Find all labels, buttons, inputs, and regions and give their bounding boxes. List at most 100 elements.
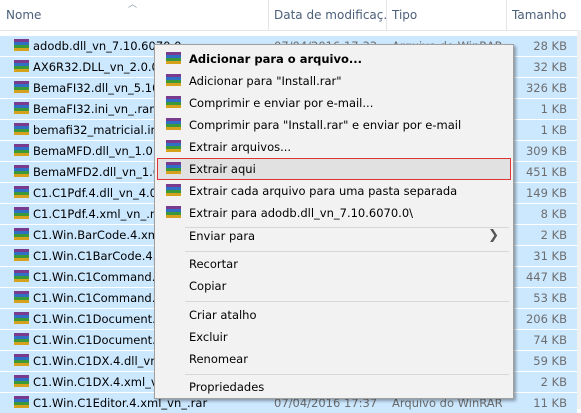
winrar-icon <box>166 184 181 198</box>
file-size: 53 KB <box>533 291 567 305</box>
column-header: Nome ︿ Data de modificaç... Tipo Tamanho <box>0 0 581 31</box>
file-name: C1.Win.C1DX.4.xml_vn_ <box>33 375 171 389</box>
menu-item-properties[interactable]: Propriedades <box>157 376 511 398</box>
file-name: AX6R32.DLL_vn_2.0.0.3 <box>33 60 170 74</box>
winrar-archive-icon <box>14 375 29 389</box>
file-size: 2 KB <box>540 228 567 242</box>
file-size: 32 KB <box>533 60 567 74</box>
winrar-icon <box>166 140 181 154</box>
menu-item-label: Criar atalho <box>189 308 257 322</box>
menu-item-extract-to[interactable]: Extrair para adodb.dll_vn_7.10.6070.0\ <box>157 202 511 224</box>
file-name: C1.C1Pdf.4.dll_vn_4.0.2 <box>33 186 168 200</box>
file-size: 451 KB <box>525 165 567 179</box>
menu-item-label: Propriedades <box>189 380 265 394</box>
menu-item-cut[interactable]: Recortar <box>157 253 511 275</box>
file-size: 149 KB <box>525 186 567 200</box>
column-size-label: Tamanho <box>512 8 567 22</box>
vertical-scrollbar[interactable] <box>577 30 581 409</box>
menu-item-compress-install-email[interactable]: Comprimir para "Install.rar" e enviar po… <box>157 114 511 136</box>
menu-item-label: Recortar <box>189 257 238 271</box>
menu-separator <box>185 374 509 375</box>
column-date-label: Data de modificaç... <box>274 8 386 22</box>
winrar-icon <box>166 206 181 220</box>
menu-item-delete[interactable]: Excluir <box>157 326 511 348</box>
file-size: 74 KB <box>533 333 567 347</box>
winrar-archive-icon <box>14 102 29 116</box>
file-size: 2 KB <box>540 375 567 389</box>
file-size: 326 KB <box>525 81 567 95</box>
winrar-archive-icon <box>14 228 29 242</box>
file-size: 206 KB <box>525 312 567 326</box>
menu-item-extract-here[interactable]: Extrair aqui <box>157 158 511 180</box>
column-type[interactable]: Tipo <box>386 0 506 30</box>
file-name: C1.Win.C1Command.4 <box>33 270 163 284</box>
file-size: 11 KB <box>533 396 567 410</box>
column-date[interactable]: Data de modificaç... <box>268 0 386 30</box>
chevron-right-icon: ❯ <box>488 228 499 243</box>
menu-item-label: Extrair aqui <box>189 162 256 176</box>
file-name: C1.Win.C1DX.4.dll_vn_4 <box>33 354 171 368</box>
winrar-archive-icon <box>14 123 29 137</box>
menu-item-label: Enviar para <box>189 229 256 243</box>
file-name: bemafi32_matricial.ini_ <box>33 123 167 137</box>
menu-item-copy[interactable]: Copiar <box>157 275 511 297</box>
menu-item-add-to-archive[interactable]: Adicionar para o arquivo... <box>157 48 511 70</box>
menu-item-send-to[interactable]: Enviar para ❯ <box>157 225 511 247</box>
winrar-archive-icon <box>14 60 29 74</box>
menu-item-label: Renomear <box>189 352 248 366</box>
winrar-icon <box>166 118 181 132</box>
winrar-icon <box>166 74 181 88</box>
file-size: 8 KB <box>540 207 567 221</box>
winrar-icon <box>166 162 181 176</box>
file-name: C1.Win.C1Document.4 <box>33 333 164 347</box>
winrar-archive-icon <box>14 354 29 368</box>
winrar-archive-icon <box>14 39 29 53</box>
winrar-icon <box>166 96 181 110</box>
file-name: C1.Win.C1Document.4 <box>33 312 164 326</box>
winrar-archive-icon <box>14 186 29 200</box>
winrar-archive-icon <box>14 165 29 179</box>
column-type-label: Tipo <box>392 8 418 22</box>
file-name: C1.Win.BarCode.4.xml_ <box>33 228 168 242</box>
winrar-archive-icon <box>14 144 29 158</box>
menu-item-extract-files[interactable]: Extrair arquivos... <box>157 136 511 158</box>
file-size: 59 KB <box>533 354 567 368</box>
file-size: 31 KB <box>533 249 567 263</box>
menu-item-label: Comprimir e enviar por e-mail... <box>189 96 374 110</box>
column-name-label: Nome <box>6 8 42 22</box>
winrar-archive-icon <box>14 312 29 326</box>
winrar-archive-icon <box>14 207 29 221</box>
menu-item-compress-email[interactable]: Comprimir e enviar por e-mail... <box>157 92 511 114</box>
winrar-archive-icon <box>14 333 29 347</box>
menu-item-label: Extrair para adodb.dll_vn_7.10.6070.0\ <box>189 206 414 220</box>
file-size: 309 KB <box>525 144 567 158</box>
menu-item-create-shortcut[interactable]: Criar atalho <box>157 304 511 326</box>
winrar-archive-icon <box>14 396 29 410</box>
menu-separator <box>185 301 509 302</box>
winrar-icon <box>166 52 181 66</box>
file-name: C1.Win.C1Command.4 <box>33 291 163 305</box>
column-size[interactable]: Tamanho <box>506 0 581 30</box>
file-size: 1 KB <box>540 123 567 137</box>
context-menu: Adicionar para o arquivo... Adicionar pa… <box>154 44 514 399</box>
winrar-archive-icon <box>14 270 29 284</box>
file-size: 1 KB <box>540 102 567 116</box>
menu-item-add-to-install-rar[interactable]: Adicionar para "Install.rar" <box>157 70 511 92</box>
file-name: BemaFI32.dll_vn_5.10.8 <box>33 81 171 95</box>
menu-item-label: Adicionar para o arquivo... <box>189 52 362 66</box>
sort-ascending-icon: ︿ <box>128 0 138 10</box>
file-name: BemaMFD2.dll_vn_1.0.3 <box>33 165 172 179</box>
file-name: C1.Win.C1BarCode.4.dl <box>33 249 167 263</box>
menu-item-rename[interactable]: Renomear <box>157 348 511 370</box>
winrar-archive-icon <box>14 249 29 263</box>
menu-item-label: Adicionar para "Install.rar" <box>189 74 342 88</box>
menu-item-label: Copiar <box>189 279 227 293</box>
file-name: BemaMFD.dll_vn_1.0.2. <box>33 144 168 158</box>
menu-item-label: Comprimir para "Install.rar" e enviar po… <box>189 118 462 132</box>
menu-item-label: Extrair cada arquivo para uma pasta sepa… <box>189 184 458 198</box>
file-size: 447 KB <box>525 270 567 284</box>
file-name: BemaFI32.ini_vn_.rar <box>33 102 154 116</box>
winrar-archive-icon <box>14 291 29 305</box>
menu-item-extract-each[interactable]: Extrair cada arquivo para uma pasta sepa… <box>157 180 511 202</box>
menu-separator <box>185 251 509 252</box>
